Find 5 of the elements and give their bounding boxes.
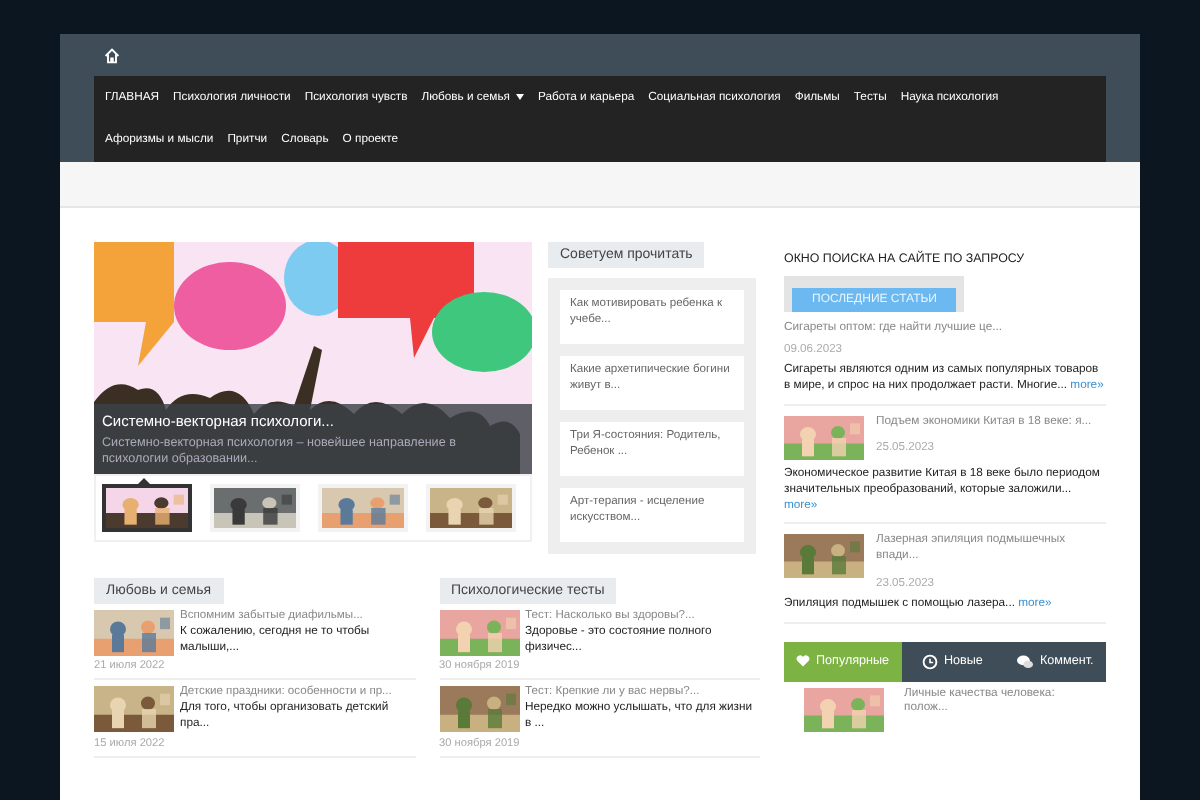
heart-icon bbox=[796, 654, 810, 668]
chat-icon bbox=[1016, 653, 1035, 669]
slide-thumbnail[interactable] bbox=[102, 484, 192, 532]
clock-icon bbox=[921, 653, 938, 669]
home-icon[interactable] bbox=[104, 47, 120, 63]
